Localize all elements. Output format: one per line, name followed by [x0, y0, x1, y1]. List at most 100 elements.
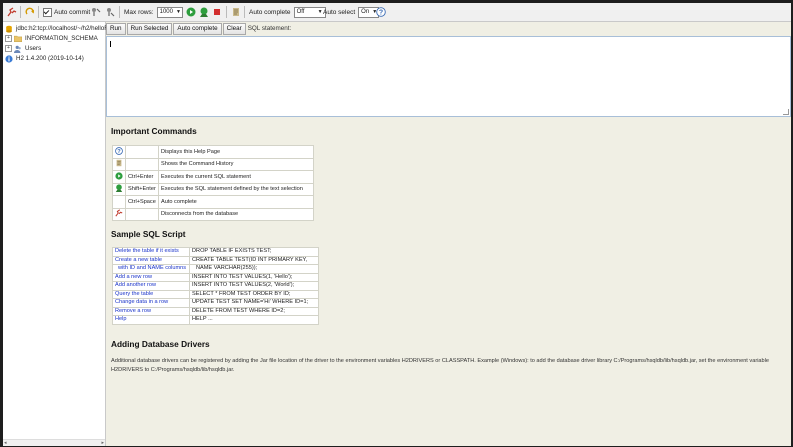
- script-link[interactable]: Remove a row: [115, 308, 151, 314]
- rollback-icon: [92, 8, 101, 16]
- auto-complete-button[interactable]: Auto complete: [173, 22, 222, 35]
- auto-complete-select[interactable]: Off ▼: [293, 6, 326, 18]
- folder-icon: [14, 35, 22, 42]
- chevron-down-icon: ▼: [175, 9, 181, 15]
- rollback-button[interactable]: [91, 6, 101, 18]
- important-commands-heading: Important Commands: [111, 126, 197, 136]
- sample-script-table: Delete the table if it exists DROP TABLE…: [112, 247, 319, 325]
- commit-button[interactable]: [105, 6, 115, 18]
- script-link[interactable]: Add a new row: [115, 274, 152, 280]
- sample-sql-heading: Sample SQL Script: [111, 229, 186, 239]
- expand-icon[interactable]: +: [5, 45, 12, 52]
- auto-select-group: Auto select On ▼: [323, 6, 380, 18]
- table-row: Ctrl+Space Auto complete: [112, 195, 314, 209]
- table-row: Ctrl+Enter Executes the current SQL stat…: [112, 170, 314, 184]
- table-row: Help HELP ...: [112, 315, 319, 325]
- horizontal-scrollbar[interactable]: ◂ ▸: [3, 439, 105, 446]
- script-link[interactable]: Create a new table: [115, 257, 162, 263]
- tree-item-users[interactable]: + Users: [5, 44, 41, 53]
- resize-handle[interactable]: [783, 109, 789, 115]
- script-sql: UPDATE TEST SET NAME='Hi' WHERE ID=1;: [189, 298, 319, 308]
- table-row: Add a new row INSERT INTO TEST VALUES(1,…: [112, 272, 319, 282]
- help-button[interactable]: ?: [376, 6, 386, 18]
- max-rows-group: Max rows: 1000 ▼: [124, 6, 183, 18]
- auto-select-value: On: [361, 9, 370, 15]
- tree-item-information-schema[interactable]: + INFORMATION_SCHEMA: [5, 34, 98, 43]
- script-link[interactable]: Query the table: [115, 291, 153, 297]
- command-description: Displays this Help Page: [158, 145, 314, 159]
- tree-connection[interactable]: jdbc:h2:tcp://localhost/~/h2/helloF: [5, 24, 108, 33]
- table-row: Remove a row DELETE FROM TEST WHERE ID=2…: [112, 306, 319, 316]
- run-selected-icon: [115, 184, 123, 193]
- table-row: Shift+Enter Executes the SQL statement d…: [112, 182, 314, 196]
- help-icon: ?: [376, 7, 386, 17]
- chevron-down-icon: ▼: [317, 9, 323, 15]
- disconnect-icon: [115, 209, 123, 217]
- table-row: Create a new table CREATE TABLE TEST(ID …: [112, 255, 319, 265]
- script-sql: CREATE TABLE TEST(ID INT PRIMARY KEY,: [189, 255, 319, 265]
- run-button[interactable]: Run: [106, 22, 126, 35]
- command-description: Shows the Command History: [158, 157, 314, 171]
- script-sql: INSERT INTO TEST VALUES(1, 'Hello');: [189, 272, 319, 282]
- auto-complete-label: Auto complete: [249, 8, 291, 16]
- script-link[interactable]: with ID and NAME columns: [118, 265, 186, 271]
- shortcut-key: Ctrl+Enter: [125, 170, 159, 184]
- history-button[interactable]: [231, 6, 241, 18]
- shortcut-key: Ctrl+Space: [125, 195, 159, 209]
- sql-action-bar: Run Run Selected Auto complete Clear SQL…: [106, 22, 291, 35]
- h2-console-window: Auto commit Max rows: 1000 ▼ Auto complet…: [3, 3, 791, 446]
- shortcut-key: [125, 207, 159, 221]
- shortcut-key: [125, 157, 159, 171]
- sql-statement-label: SQL statement:: [247, 25, 292, 32]
- version-label: H2 1.4.200 (2019-10-14): [16, 55, 84, 62]
- run-selected-icon: [200, 7, 208, 17]
- script-link[interactable]: Add another row: [115, 282, 156, 288]
- auto-commit-checkbox[interactable]: [43, 7, 52, 17]
- command-description: Executes the SQL statement defined by th…: [158, 182, 314, 196]
- commands-table: ? Displays this Help Page Shows the Comm…: [112, 145, 314, 221]
- stop-button[interactable]: [212, 6, 222, 18]
- adding-drivers-heading: Adding Database Drivers: [111, 339, 210, 349]
- command-description: Disconnects from the database: [158, 207, 314, 221]
- stop-icon: [214, 9, 220, 15]
- auto-complete-value: Off: [296, 9, 305, 15]
- table-row: Change data in a row UPDATE TEST SET NAM…: [112, 298, 319, 308]
- disconnect-button[interactable]: [7, 6, 17, 18]
- clear-button[interactable]: Clear: [222, 22, 246, 35]
- table-row: with ID and NAME columns NAME VARCHAR(25…: [112, 264, 319, 274]
- database-icon: [6, 25, 12, 33]
- sql-editor[interactable]: [106, 36, 791, 117]
- table-row: Query the table SELECT * FROM TEST ORDER…: [112, 289, 319, 299]
- table-row: Delete the table if it exists DROP TABLE…: [112, 247, 319, 257]
- svg-text:?: ?: [379, 10, 383, 17]
- max-rows-label: Max rows:: [124, 8, 154, 16]
- info-icon: [5, 54, 13, 63]
- connection-url: jdbc:h2:tcp://localhost/~/h2/helloF: [16, 25, 109, 32]
- run-icon: [115, 172, 123, 180]
- table-row: Shows the Command History: [112, 157, 314, 171]
- script-link[interactable]: Change data in a row: [115, 299, 168, 305]
- scroll-left-icon[interactable]: ◂: [4, 440, 7, 446]
- command-description: Auto complete: [158, 195, 314, 209]
- scroll-right-icon[interactable]: ▸: [101, 440, 104, 446]
- refresh-button[interactable]: [25, 6, 35, 18]
- script-sql: DELETE FROM TEST WHERE ID=2;: [189, 306, 319, 316]
- tree-item-label: Users: [25, 45, 42, 52]
- script-sql: DROP TABLE IF EXISTS TEST;: [189, 247, 319, 257]
- auto-commit-toggle[interactable]: Auto commit: [43, 6, 90, 18]
- max-rows-select[interactable]: 1000 ▼: [156, 6, 183, 18]
- tree-item-label: INFORMATION_SCHEMA: [25, 35, 98, 42]
- run-selected-toolbar-button[interactable]: [199, 6, 209, 18]
- run-toolbar-button[interactable]: [186, 6, 196, 18]
- run-selected-button[interactable]: Run Selected: [126, 22, 173, 35]
- history-icon: [116, 160, 122, 167]
- shortcut-key: Shift+Enter: [125, 182, 159, 196]
- expand-icon[interactable]: +: [5, 35, 12, 42]
- table-row: ? Displays this Help Page: [112, 145, 314, 159]
- auto-commit-label: Auto commit: [54, 8, 91, 16]
- help-icon: ?: [115, 146, 123, 155]
- drivers-paragraph: Additional database drivers can be regis…: [111, 358, 770, 373]
- script-link[interactable]: Help: [115, 316, 127, 322]
- script-link[interactable]: Delete the table if it exists: [115, 248, 179, 254]
- script-sql: HELP ...: [189, 315, 319, 325]
